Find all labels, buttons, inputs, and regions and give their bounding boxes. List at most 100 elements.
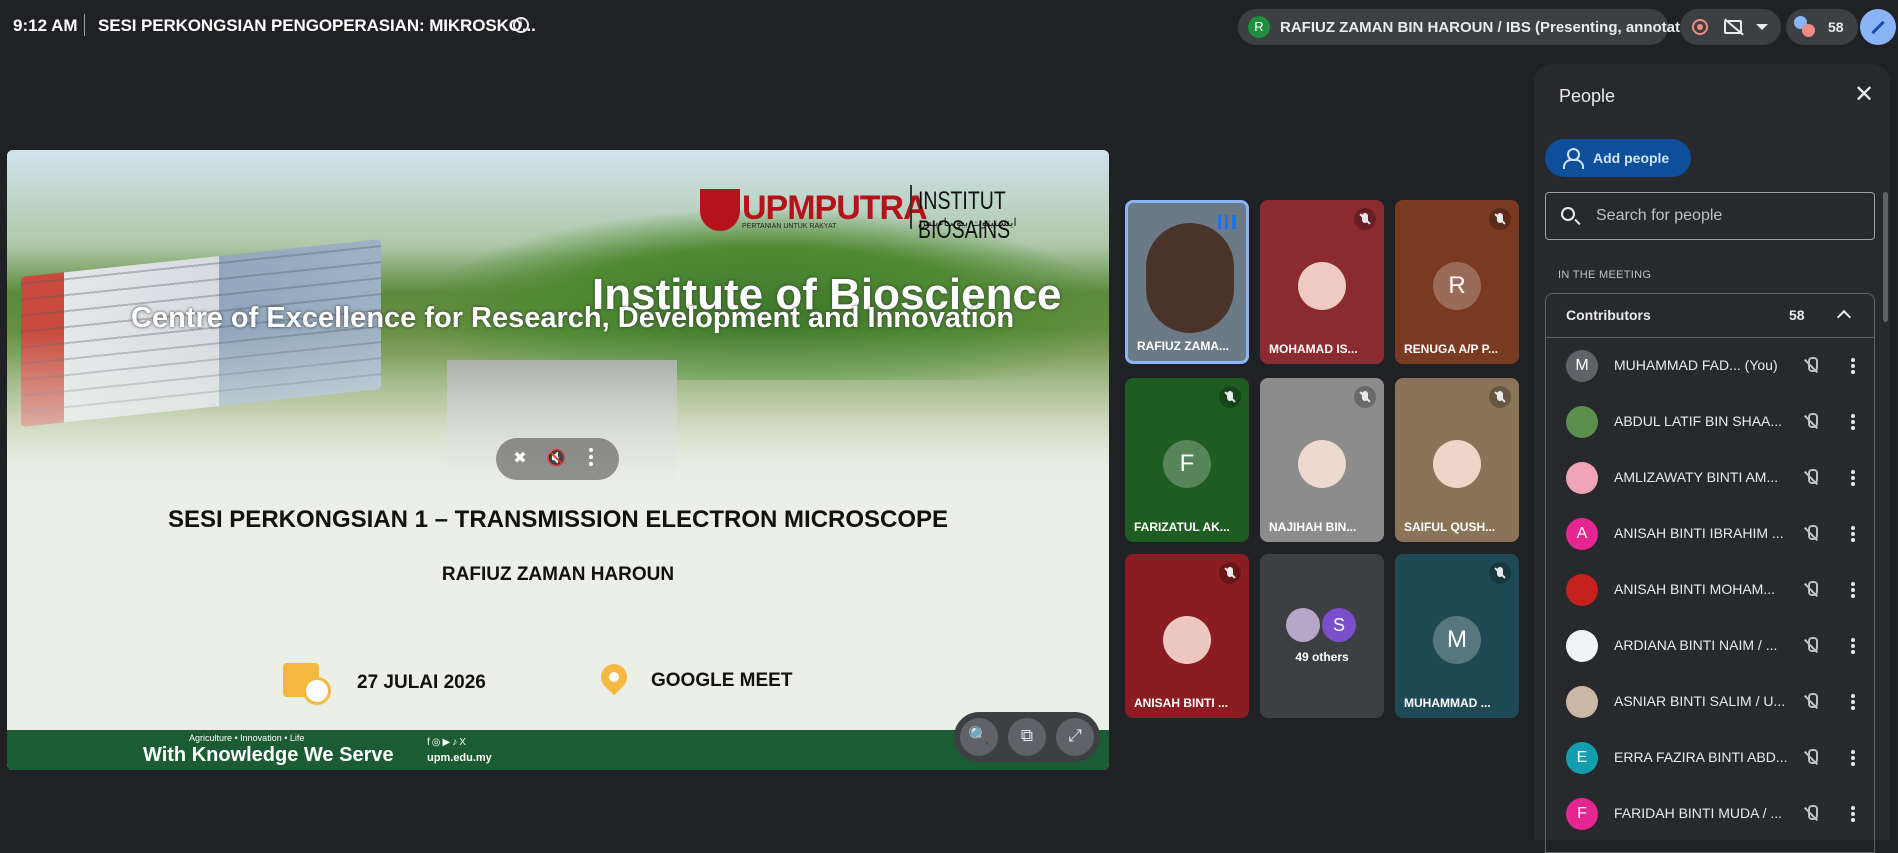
avatar: S <box>1322 608 1356 642</box>
avatar: M <box>1433 616 1481 664</box>
contributors-header[interactable]: Contributors 58 <box>1546 294 1874 338</box>
people-panel: People ✕ Add people IN THE MEETING Contr… <box>1534 64 1890 853</box>
calendar-icon <box>283 663 331 705</box>
more-options-icon[interactable] <box>1851 582 1855 586</box>
participant-tile[interactable]: RAFIUZ ZAMA... <box>1125 200 1249 364</box>
top-bar: 9:12 AM SESI PERKONGSIAN PENGOPERASIAN: … <box>0 0 1898 54</box>
person-name: ASNIAR BINTI SALIM / U... <box>1614 693 1786 709</box>
avatar: M <box>1566 350 1598 382</box>
zoom-icon[interactable]: 🔍 <box>960 718 998 756</box>
search-input[interactable] <box>1596 205 1856 227</box>
person-name: FARIDAH BINTI MUDA / ... <box>1614 805 1783 821</box>
participant-tile[interactable]: F FARIZATUL AK... <box>1125 378 1249 542</box>
more-options-icon[interactable] <box>1851 470 1855 474</box>
more-options-icon[interactable] <box>1851 638 1855 642</box>
presenter-avatar: R <box>1248 16 1270 38</box>
stage-controls: 🔍 ⧉ ⤢ <box>954 712 1100 762</box>
search-box[interactable] <box>1545 192 1875 240</box>
participants-button[interactable]: 58 <box>1786 9 1858 45</box>
more-options-icon[interactable] <box>589 448 593 452</box>
list-item[interactable]: ASNIAR BINTI SALIM / U... <box>1546 674 1874 730</box>
more-options-icon[interactable] <box>1851 806 1855 810</box>
mic-off-icon <box>1354 386 1376 408</box>
scrollbar[interactable] <box>1883 192 1888 322</box>
recording-controls[interactable] <box>1680 9 1781 45</box>
clock: 9:12 AM <box>13 16 78 35</box>
avatar <box>1298 262 1346 310</box>
participant-name: 49 others <box>1295 650 1349 664</box>
participant-tile[interactable]: M MUHAMMAD ... <box>1395 554 1519 718</box>
participant-tile[interactable]: S 49 others <box>1260 554 1384 718</box>
chevron-down-icon <box>1756 24 1768 30</box>
divider <box>84 14 85 36</box>
presenter-chip[interactable]: R RAFIUZ ZAMAN BIN HAROUN / IBS (Present… <box>1238 9 1708 45</box>
mic-off-icon[interactable] <box>1800 579 1822 601</box>
mic-off-icon <box>1489 386 1511 408</box>
person-name: ABDUL LATIF BIN SHAA... <box>1614 413 1783 429</box>
person-name: ANISAH BINTI MOHAM... <box>1614 581 1776 597</box>
list-item[interactable]: ARDIANA BINTI NAIM / ... <box>1546 618 1874 674</box>
list-item[interactable]: AMLIZAWATY BINTI AM... <box>1546 450 1874 506</box>
upm-crest-icon <box>700 189 740 231</box>
more-options-icon[interactable] <box>1851 526 1855 530</box>
add-people-button[interactable]: Add people <box>1545 139 1691 177</box>
participant-name: RAFIUZ ZAMA... <box>1137 339 1229 353</box>
pop-out-icon[interactable]: ⧉ <box>1008 718 1046 756</box>
mic-off-icon <box>1219 562 1241 584</box>
close-icon[interactable]: ✕ <box>1852 83 1876 108</box>
list-item[interactable]: ANISAH BINTI MOHAM... <box>1546 562 1874 618</box>
avatar <box>1163 616 1211 664</box>
fullscreen-icon[interactable]: ⤢ <box>1056 718 1094 756</box>
participant-name: SAIFUL QUSH... <box>1404 520 1496 534</box>
participant-tile[interactable]: ANISAH BINTI ... <box>1125 554 1249 718</box>
more-options-icon[interactable] <box>1851 358 1855 362</box>
avatar: A <box>1566 518 1598 550</box>
participant-name: RENUGA A/P P... <box>1404 342 1499 356</box>
list-item[interactable]: E ERRA FAZIRA BINTI ABD... <box>1546 730 1874 786</box>
more-options-icon[interactable] <box>1851 694 1855 698</box>
more-options-icon[interactable] <box>1851 750 1855 754</box>
avatar <box>1286 608 1320 642</box>
participant-tile[interactable]: R RENUGA A/P P... <box>1395 200 1519 364</box>
participant-tile[interactable]: NAJIHAH BIN... <box>1260 378 1384 542</box>
mic-off-icon <box>1354 208 1376 230</box>
avatar: E <box>1566 742 1598 774</box>
mic-off-icon[interactable] <box>1800 803 1822 825</box>
contributors-count: 58 <box>1789 307 1805 323</box>
speaker-name: RAFIUZ ZAMAN HAROUN <box>441 564 675 585</box>
list-item[interactable]: F FARIDAH BINTI MUDA / ... <box>1546 786 1874 842</box>
presentation-toolbar: ✖ 🔇 <box>496 438 619 480</box>
participant-name: MOHAMAD IS... <box>1269 342 1358 356</box>
person-name: ANISAH BINTI IBRAHIM ... <box>1614 525 1784 541</box>
mic-off-icon[interactable] <box>1800 691 1822 713</box>
mic-off-icon[interactable] <box>1800 747 1822 769</box>
meeting-title: SESI PERKONGSIAN PENGOPERASIAN: MIKROSKO… <box>98 16 536 35</box>
list-item[interactable]: A ANISAH BINTI IBRAHIM ... <box>1546 506 1874 562</box>
upm-logo: UPMPUTRA PERTANIAN UNTUK RAKYAT INSTITUT… <box>692 183 1052 244</box>
avatar: F <box>1566 798 1598 830</box>
avatar <box>1566 574 1598 606</box>
info-icon[interactable]: i <box>513 17 529 33</box>
mic-off-icon[interactable] <box>1800 467 1822 489</box>
mic-off-icon <box>1489 562 1511 584</box>
record-icon <box>1692 19 1708 35</box>
mic-off-icon[interactable] <box>1800 523 1822 545</box>
more-options-icon[interactable] <box>1851 414 1855 418</box>
slide-footer: Agriculture • Innovation • Life With Kno… <box>7 730 1109 770</box>
session-title: SESI PERKONGSIAN 1 – TRANSMISSION ELECTR… <box>167 506 949 533</box>
participant-tile[interactable]: SAIFUL QUSH... <box>1395 378 1519 542</box>
person-name: ARDIANA BINTI NAIM / ... <box>1614 637 1778 653</box>
annotate-pen-icon[interactable] <box>1860 9 1896 45</box>
participant-tile[interactable]: MOHAMAD IS... <box>1260 200 1384 364</box>
mute-audio-icon[interactable]: 🔇 <box>546 449 566 469</box>
unpin-icon[interactable]: ✖ <box>510 449 530 469</box>
chevron-up-icon[interactable] <box>1836 309 1852 325</box>
mic-off-icon[interactable] <box>1800 635 1822 657</box>
list-item[interactable]: M MUHAMMAD FAD... (You) <box>1546 338 1874 394</box>
avatar <box>1298 440 1346 488</box>
section-label: IN THE MEETING <box>1558 269 1652 281</box>
mic-off-icon[interactable] <box>1800 411 1822 433</box>
participant-name: MUHAMMAD ... <box>1404 696 1491 710</box>
mic-off-icon[interactable] <box>1800 355 1822 377</box>
list-item[interactable]: ABDUL LATIF BIN SHAA... <box>1546 394 1874 450</box>
